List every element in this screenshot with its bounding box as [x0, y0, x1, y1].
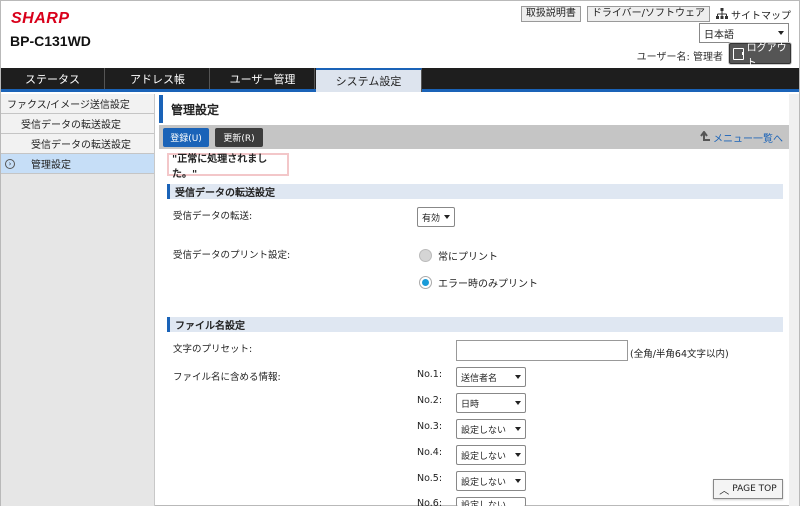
- menu-list-link[interactable]: メニュー一覧へ: [699, 130, 783, 145]
- no2-label: No.2:: [417, 395, 443, 406]
- section-inbound-routing: 受信データの転送設定: [167, 184, 783, 199]
- transfer-select[interactable]: 有効: [417, 207, 455, 227]
- sidebar-item-admin-settings[interactable]: › 管理設定: [1, 154, 154, 174]
- sidebar-item-fax-image-send[interactable]: ファクス/イメージ送信設定: [1, 94, 154, 114]
- no2-value: 日時: [461, 399, 480, 410]
- language-value: 日本語: [704, 29, 734, 41]
- file-info-label: ファイル名に含める情報:: [173, 372, 281, 383]
- no3-label: No.3:: [417, 421, 443, 432]
- tab-status[interactable]: ステータス: [1, 68, 105, 89]
- radio-always-label: 常にプリント: [438, 252, 498, 263]
- sidebar-item-inbound-routing-sub[interactable]: 受信データの転送設定: [1, 134, 154, 154]
- logout-icon: [733, 47, 744, 60]
- section-file-name: ファイル名設定: [167, 317, 783, 332]
- no5-value: 設定しない: [461, 477, 507, 488]
- no4-value: 設定しない: [461, 451, 507, 462]
- print-setting-label: 受信データのプリント設定:: [173, 250, 291, 261]
- no6-value: 設定しない: [461, 501, 507, 506]
- preset-hint: (全角/半角64文字以内): [630, 349, 729, 360]
- radio-error-print[interactable]: エラー時のみプリント: [419, 275, 538, 290]
- logout-label: ログアウト: [746, 42, 787, 69]
- no5-label: No.5:: [417, 473, 443, 484]
- radio-always-print[interactable]: 常にプリント: [419, 248, 498, 263]
- chevron-down-icon: [515, 453, 521, 457]
- no4-label: No.4:: [417, 447, 443, 458]
- sitemap-icon: [716, 8, 728, 19]
- no3-value: 設定しない: [461, 425, 507, 436]
- user-name: ユーザー名: 管理者: [636, 52, 723, 63]
- refresh-button[interactable]: 更新(R): [215, 127, 263, 147]
- register-button[interactable]: 登録(U): [163, 127, 209, 147]
- page-title: 管理設定: [159, 95, 789, 123]
- chevron-down-icon: [515, 479, 521, 483]
- manual-button[interactable]: 取扱説明書: [520, 6, 581, 22]
- chevron-right-icon: ›: [5, 159, 15, 169]
- tab-user-management[interactable]: ユーザー管理: [211, 68, 315, 89]
- main-content: 管理設定 登録(U) 更新(R) メニュー一覧へ "正常に処理されました。" 受…: [159, 94, 789, 506]
- sidebar: ファクス/イメージ送信設定 受信データの転送設定 受信データの転送設定 › 管理…: [1, 94, 155, 506]
- status-message: "正常に処理されました。": [167, 153, 289, 180]
- transfer-label: 受信データの転送:: [173, 211, 253, 222]
- radio-error-label: エラー時のみプリント: [438, 279, 538, 290]
- preset-label: 文字のプリセット:: [173, 344, 253, 355]
- tab-address-book[interactable]: アドレス帳: [106, 68, 210, 89]
- sitemap-link[interactable]: サイトマップ: [716, 7, 791, 22]
- model-name: BP-C131WD: [10, 33, 91, 49]
- tab-system-settings[interactable]: システム設定: [316, 68, 422, 92]
- sidebar-item-label: 管理設定: [31, 160, 71, 171]
- no6-label: No.6:: [417, 498, 443, 506]
- logout-button[interactable]: ログアウト: [729, 43, 791, 69]
- driver-software-button[interactable]: ドライバー/ソフトウェア: [586, 6, 710, 22]
- radio-circle: [419, 249, 432, 262]
- no1-select[interactable]: 送信者名: [456, 367, 526, 387]
- return-up-icon: [700, 131, 710, 141]
- header-links: 取扱説明書 ドライバー/ソフトウェア サイトマップ: [520, 6, 791, 22]
- chevron-down-icon: [515, 427, 521, 431]
- no3-select[interactable]: 設定しない: [456, 419, 526, 439]
- scrollbar[interactable]: [789, 94, 799, 506]
- radio-circle-selected: [419, 276, 432, 289]
- sidebar-item-inbound-routing[interactable]: 受信データの転送設定: [1, 114, 154, 134]
- chevron-up-icon: ︿: [719, 485, 730, 497]
- chevron-down-icon: [778, 31, 784, 35]
- preset-input[interactable]: [456, 340, 628, 361]
- page-top-button[interactable]: ︿ PAGE TOP: [713, 479, 783, 499]
- transfer-value: 有効: [422, 213, 441, 224]
- no2-select[interactable]: 日時: [456, 393, 526, 413]
- page-top-label: PAGE TOP: [732, 484, 777, 494]
- sitemap-label: サイトマップ: [731, 10, 791, 22]
- no5-select[interactable]: 設定しない: [456, 471, 526, 491]
- chevron-down-icon: [515, 375, 521, 379]
- menu-list-label: メニュー一覧へ: [713, 133, 783, 145]
- chevron-down-icon: [444, 215, 450, 219]
- action-toolbar: 登録(U) 更新(R) メニュー一覧へ: [159, 125, 789, 149]
- no4-select[interactable]: 設定しない: [456, 445, 526, 465]
- no1-value: 送信者名: [461, 373, 498, 384]
- sharp-logo: SHARP: [11, 10, 70, 27]
- chevron-down-icon: [515, 401, 521, 405]
- no1-label: No.1:: [417, 369, 443, 380]
- main-tab-bar: ステータス アドレス帳 ユーザー管理 システム設定: [1, 68, 799, 92]
- no6-select[interactable]: 設定しない: [456, 497, 526, 506]
